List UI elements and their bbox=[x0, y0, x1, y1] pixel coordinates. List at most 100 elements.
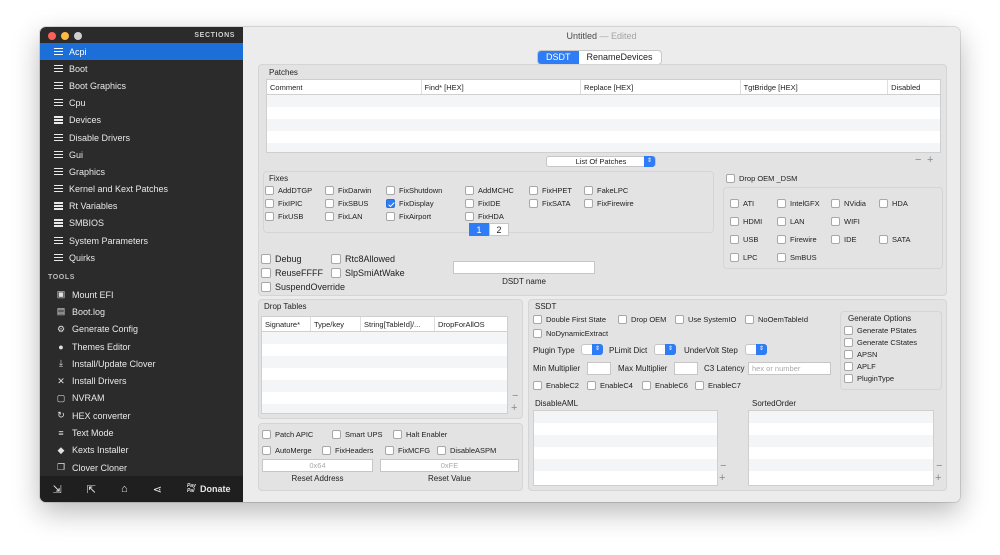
share-icon[interactable]: ⋖ bbox=[153, 483, 162, 496]
column-header[interactable]: TgtBridge [HEX] bbox=[741, 80, 889, 94]
tool-clover-cloner[interactable]: ❐ Clover Cloner bbox=[40, 459, 243, 476]
sidebar-item-boot-graphics[interactable]: Boot Graphics bbox=[40, 77, 243, 94]
sidebar-item-kernel-kext-patches[interactable]: Kernel and Kext Patches bbox=[40, 181, 243, 198]
column-header[interactable]: Disabled bbox=[888, 80, 940, 94]
table-row[interactable] bbox=[262, 332, 507, 344]
use-systemio-checkbox[interactable]: Use SystemIO bbox=[675, 315, 736, 324]
generate-pstates-checkbox[interactable]: Generate PStates bbox=[844, 326, 917, 335]
enablec7-checkbox[interactable]: EnableC7 bbox=[695, 381, 741, 390]
table-row[interactable] bbox=[534, 447, 717, 459]
enablec4-checkbox[interactable]: EnableC4 bbox=[587, 381, 633, 390]
undervolt-step-select[interactable]: ⇕ bbox=[745, 344, 767, 355]
sidebar-item-acpi[interactable]: Acpi bbox=[40, 43, 243, 61]
table-row[interactable] bbox=[749, 411, 933, 423]
tool-text-mode[interactable]: ≡ Text Mode bbox=[40, 424, 243, 441]
column-header[interactable]: Type/key bbox=[311, 317, 361, 331]
plugintype-checkbox[interactable]: PluginType bbox=[844, 374, 894, 383]
table-row[interactable] bbox=[262, 368, 507, 380]
tool-generate-config[interactable]: ⚙ Generate Config bbox=[40, 321, 243, 338]
drop-oem-checkbox[interactable]: Drop OEM bbox=[618, 315, 666, 324]
table-row[interactable] bbox=[534, 471, 717, 483]
tool-kexts-installer[interactable]: ◆ Kexts Installer bbox=[40, 442, 243, 459]
dsm-checkbox[interactable]: IDE bbox=[831, 235, 857, 244]
sidebar-item-smbios[interactable]: SMBIOS bbox=[40, 215, 243, 232]
dsm-checkbox[interactable]: IntelGFX bbox=[777, 199, 820, 208]
fix-checkbox[interactable]: FixAirport bbox=[386, 212, 431, 221]
sidebar-item-rt-variables[interactable]: Rt Variables bbox=[40, 198, 243, 215]
table-row[interactable] bbox=[749, 423, 933, 435]
disableaspm-checkbox[interactable]: DisableASPM bbox=[437, 446, 496, 455]
reuseffff-checkbox[interactable]: ReuseFFFF bbox=[261, 268, 323, 278]
sidebar-item-system-parameters[interactable]: System Parameters bbox=[40, 232, 243, 249]
column-header[interactable]: Signature* bbox=[262, 317, 311, 331]
fix-checkbox-fixdisplay[interactable]: FixDisplay bbox=[386, 199, 434, 208]
dsm-checkbox[interactable]: Firewire bbox=[777, 235, 817, 244]
tool-nvram[interactable]: ▢ NVRAM bbox=[40, 390, 243, 407]
fix-checkbox[interactable]: AddMCHC bbox=[465, 186, 514, 195]
fix-checkbox[interactable]: FixIPIC bbox=[265, 199, 303, 208]
dsm-checkbox[interactable]: LPC bbox=[730, 253, 758, 262]
add-patch-button[interactable]: + bbox=[927, 154, 933, 166]
plimit-dict-select[interactable]: ⇕ bbox=[654, 344, 676, 355]
dsm-checkbox[interactable]: SATA bbox=[879, 235, 910, 244]
nodynamicextract-checkbox[interactable]: NoDynamicExtract bbox=[533, 329, 608, 338]
dsm-checkbox[interactable]: HDMI bbox=[730, 217, 762, 226]
min-multiplier-input[interactable] bbox=[587, 362, 611, 375]
reset-address-input[interactable]: 0x64 bbox=[262, 459, 373, 472]
slpsmiatwake-checkbox[interactable]: SlpSmiAtWake bbox=[331, 268, 405, 278]
sidebar-item-cpu[interactable]: Cpu bbox=[40, 95, 243, 112]
fixheaders-checkbox[interactable]: FixHeaders bbox=[322, 446, 373, 455]
dsm-checkbox[interactable]: LAN bbox=[777, 217, 805, 226]
plugin-type-select[interactable]: ⇕ bbox=[581, 344, 603, 355]
fix-checkbox[interactable]: FixShutdown bbox=[386, 186, 442, 195]
drop-oem-dsm-checkbox[interactable]: Drop OEM _DSM bbox=[726, 174, 797, 183]
table-row[interactable] bbox=[534, 435, 717, 447]
remove-drop-table-button[interactable]: − bbox=[512, 390, 518, 402]
sidebar-item-devices[interactable]: Devices bbox=[40, 112, 243, 129]
fix-checkbox[interactable]: FixHPET bbox=[529, 186, 572, 195]
dsdt-name-input[interactable] bbox=[453, 261, 595, 274]
column-header[interactable]: Replace [HEX] bbox=[581, 80, 741, 94]
table-row[interactable] bbox=[262, 380, 507, 392]
generate-cstates-checkbox[interactable]: Generate CStates bbox=[844, 338, 917, 347]
column-header[interactable]: String[TableId]/... bbox=[361, 317, 435, 331]
fix-checkbox[interactable]: FixUSB bbox=[265, 212, 303, 221]
fix-checkbox[interactable]: FixIDE bbox=[465, 199, 501, 208]
table-row[interactable] bbox=[267, 131, 940, 143]
table-row[interactable] bbox=[262, 356, 507, 368]
sidebar-item-quirks[interactable]: Quirks bbox=[40, 249, 243, 266]
tool-install-drivers[interactable]: ✕ Install Drivers bbox=[40, 372, 243, 389]
sidebar-item-graphics[interactable]: Graphics bbox=[40, 163, 243, 180]
sidebar-item-boot[interactable]: Boot bbox=[40, 60, 243, 77]
max-multiplier-input[interactable] bbox=[674, 362, 698, 375]
dsm-checkbox[interactable]: ATI bbox=[730, 199, 754, 208]
debug-checkbox[interactable]: Debug bbox=[261, 254, 302, 264]
sidebar-item-disable-drivers[interactable]: Disable Drivers bbox=[40, 129, 243, 146]
tool-boot-log[interactable]: ▤ Boot.log bbox=[40, 303, 243, 320]
smart-ups-checkbox[interactable]: Smart UPS bbox=[332, 430, 383, 439]
add-disable-aml-button[interactable]: + bbox=[719, 472, 725, 484]
import-icon[interactable]: ⇲ bbox=[53, 483, 62, 496]
tool-install-update-clover[interactable]: ⤓ Install/Update Clover bbox=[40, 355, 243, 372]
table-row[interactable] bbox=[534, 411, 717, 423]
tool-hex-converter[interactable]: ↻ HEX converter bbox=[40, 407, 243, 424]
fixmcfg-checkbox[interactable]: FixMCFG bbox=[385, 446, 430, 455]
enablec2-checkbox[interactable]: EnableC2 bbox=[533, 381, 579, 390]
table-row[interactable] bbox=[749, 435, 933, 447]
export-icon[interactable]: ⇱ bbox=[87, 483, 96, 496]
halt-enabler-checkbox[interactable]: Halt Enabler bbox=[393, 430, 447, 439]
automerge-checkbox[interactable]: AutoMerge bbox=[262, 446, 312, 455]
fix-checkbox[interactable]: FixHDA bbox=[465, 212, 504, 221]
page-button[interactable]: 2 bbox=[489, 223, 509, 236]
add-sorted-order-button[interactable]: + bbox=[935, 472, 941, 484]
remove-patch-button[interactable]: − bbox=[915, 154, 921, 166]
table-row[interactable] bbox=[534, 423, 717, 435]
table-row[interactable] bbox=[749, 447, 933, 459]
fix-checkbox[interactable]: FixLAN bbox=[325, 212, 363, 221]
tab-dsdt[interactable]: DSDT bbox=[538, 51, 579, 64]
home-icon[interactable]: ⌂ bbox=[121, 483, 128, 495]
drop-tables-table[interactable]: Signature* Type/key String[TableId]/... … bbox=[261, 316, 508, 414]
aplf-checkbox[interactable]: APLF bbox=[844, 362, 876, 371]
nooemtableid-checkbox[interactable]: NoOemTableId bbox=[745, 315, 808, 324]
fix-checkbox[interactable]: FixFirewire bbox=[584, 199, 634, 208]
